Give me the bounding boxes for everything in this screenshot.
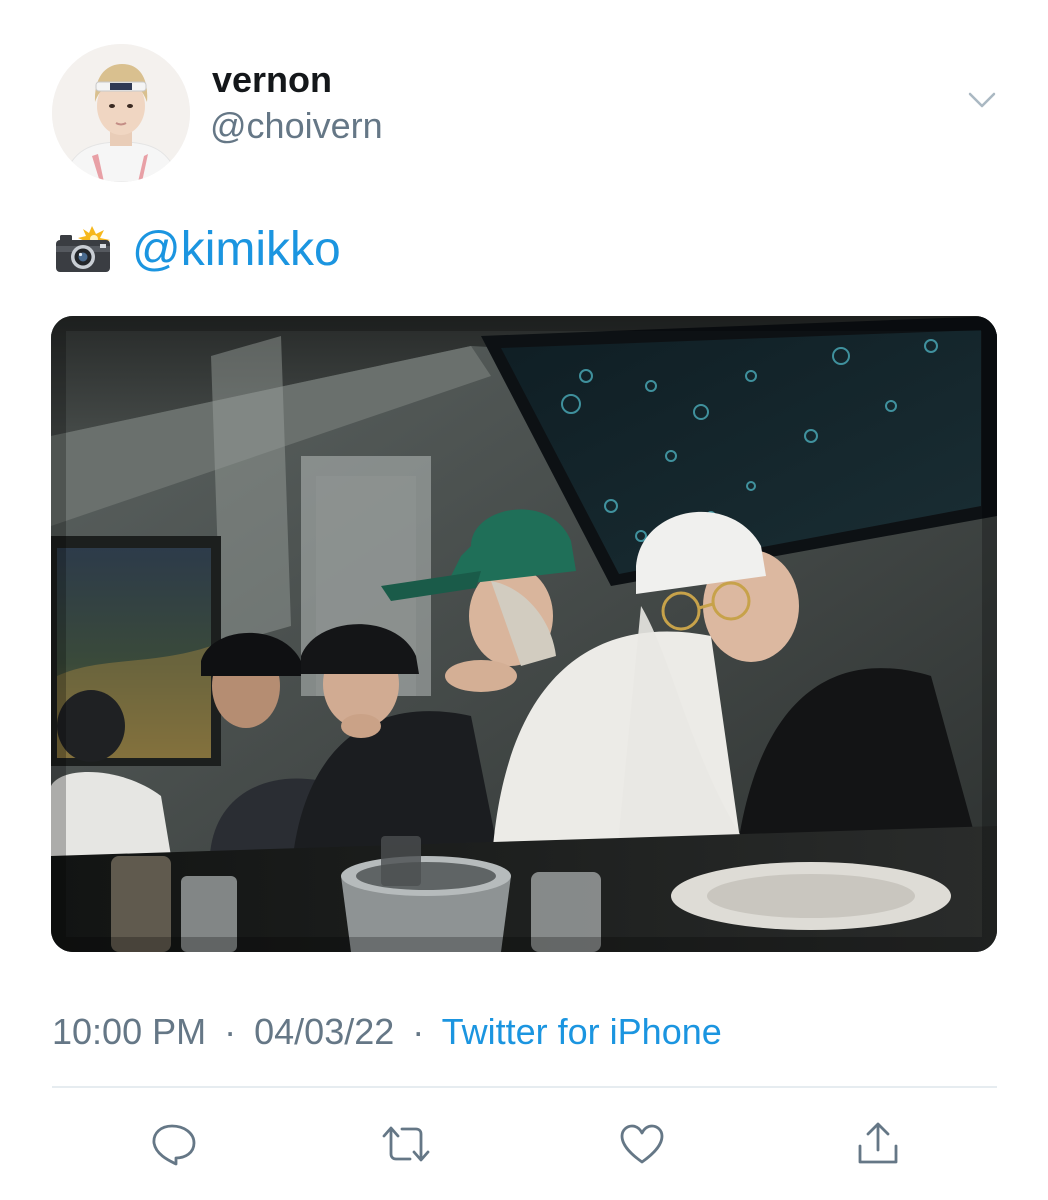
- tweet-time: 10:00 PM: [52, 1011, 207, 1052]
- heart-icon: [620, 1124, 664, 1164]
- reply-bubble-icon: [152, 1124, 196, 1166]
- chevron-down-icon[interactable]: [964, 86, 1000, 114]
- tweet-text: @kimikko: [52, 220, 341, 280]
- camera-with-flash-icon: [52, 224, 116, 276]
- share-icon: [858, 1122, 898, 1164]
- reply-button[interactable]: [146, 1118, 202, 1170]
- display-name[interactable]: vernon: [212, 60, 332, 100]
- meta-separator: ·: [412, 1011, 425, 1052]
- retweet-icon: [382, 1126, 430, 1162]
- tweet-source-link[interactable]: Twitter for iPhone: [442, 1011, 722, 1052]
- like-button[interactable]: [614, 1118, 670, 1170]
- avatar[interactable]: [52, 44, 190, 182]
- mention-link[interactable]: @kimikko: [132, 222, 341, 278]
- tweet-meta: 10:00 PM · 04/03/22 · Twitter for iPhone: [52, 1010, 722, 1054]
- tweet-photo[interactable]: [51, 316, 997, 952]
- meta-separator: ·: [224, 1011, 237, 1052]
- retweet-button[interactable]: [378, 1118, 434, 1170]
- share-button[interactable]: [850, 1118, 906, 1170]
- user-handle[interactable]: @choivern: [210, 106, 383, 146]
- tweet-date: 04/03/22: [254, 1011, 395, 1052]
- divider: [52, 1086, 997, 1088]
